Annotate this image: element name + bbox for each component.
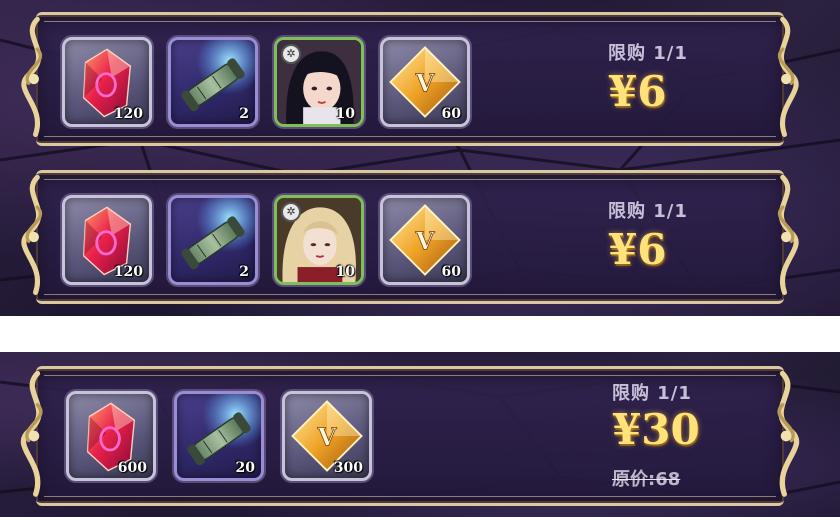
- item-quantity: 20: [235, 460, 255, 476]
- reward-scroll[interactable]: 20: [174, 391, 264, 481]
- reward-gold-crystal[interactable]: 60: [380, 37, 470, 127]
- reward-red-gem[interactable]: 600: [66, 391, 156, 481]
- reward-gold-crystal[interactable]: 60: [380, 195, 470, 285]
- item-quantity: 120: [113, 106, 143, 122]
- price-button[interactable]: ¥30: [612, 405, 700, 454]
- shard-badge-icon: ✲: [281, 44, 301, 64]
- offer-card-3[interactable]: 600 20 300 限购 1/1 ¥30 原价:68: [36, 366, 784, 506]
- price-button[interactable]: ¥6: [608, 67, 666, 116]
- item-quantity: 60: [441, 106, 461, 122]
- reward-hero-shard[interactable]: ✲ 10: [274, 195, 364, 285]
- item-quantity: 60: [441, 264, 461, 280]
- purchase-limit: 限购 1/1: [608, 201, 688, 222]
- reward-scroll[interactable]: 2: [168, 195, 258, 285]
- item-quantity: 10: [335, 264, 355, 280]
- reward-hero-shard[interactable]: ✲ 10: [274, 37, 364, 127]
- offer-card-2[interactable]: 120 2 ✲ 10 60 限购 1/1 ¥6: [36, 170, 784, 304]
- shop-panel-top: 120 2 ✲ 10 60 限购 1/1 ¥6 120 2 ✲ 10 60 限购…: [0, 0, 840, 316]
- price-button[interactable]: ¥6: [608, 225, 666, 274]
- offer-card-1[interactable]: 120 2 ✲ 10 60 限购 1/1 ¥6: [36, 12, 784, 146]
- purchase-limit: 限购 1/1: [612, 383, 692, 404]
- shard-badge-icon: ✲: [281, 202, 301, 222]
- item-quantity: 10: [335, 106, 355, 122]
- item-quantity: 300: [333, 460, 363, 476]
- reward-red-gem[interactable]: 120: [62, 195, 152, 285]
- reward-red-gem[interactable]: 120: [62, 37, 152, 127]
- item-quantity: 600: [117, 460, 147, 476]
- reward-scroll[interactable]: 2: [168, 37, 258, 127]
- shop-panel-bottom: 600 20 300 限购 1/1 ¥30 原价:68: [0, 352, 840, 517]
- item-quantity: 120: [113, 264, 143, 280]
- item-quantity: 2: [239, 106, 249, 122]
- item-quantity: 2: [239, 264, 249, 280]
- reward-gold-crystal[interactable]: 300: [282, 391, 372, 481]
- purchase-limit: 限购 1/1: [608, 43, 688, 64]
- original-price: 原价:68: [612, 469, 681, 490]
